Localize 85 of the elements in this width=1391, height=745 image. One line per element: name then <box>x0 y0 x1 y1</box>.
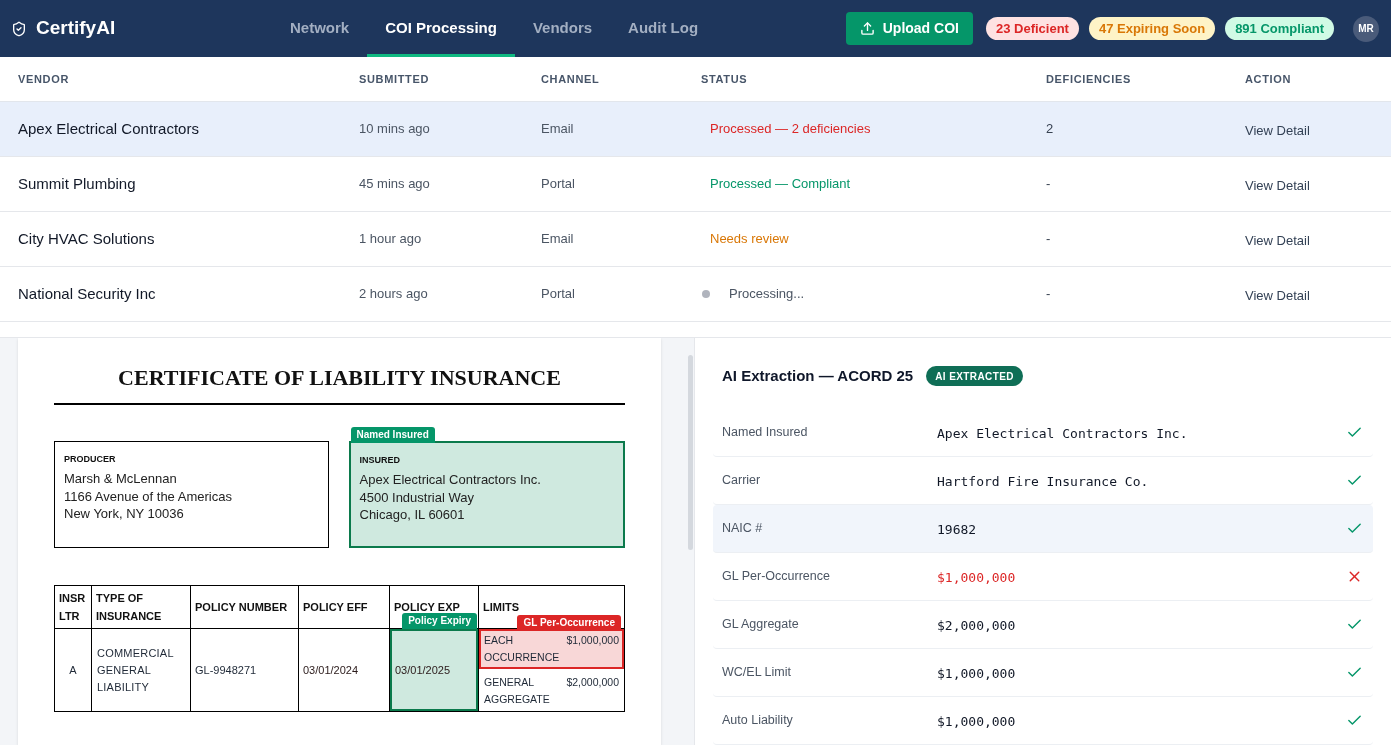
column-header: POLICY NUMBER <box>195 600 288 615</box>
status-text: Processed — 2 deficiencies <box>709 120 871 139</box>
status-text: Needs review <box>709 230 789 249</box>
field-label: Named Insured <box>722 424 809 442</box>
field-value: $1,000,000 <box>937 713 1016 729</box>
vendor-name: City HVAC Solutions <box>18 228 155 249</box>
limit-amount: $2,000,000 <box>566 675 619 690</box>
column-header: DEFICIENCIES <box>1046 71 1131 87</box>
view-detail-link[interactable]: View Detail <box>1245 175 1310 196</box>
nav-tab[interactable]: Vendors <box>514 0 611 57</box>
field-label: GL Aggregate <box>722 616 800 634</box>
field-label: NAIC # <box>722 520 764 538</box>
address-line: Apex Electrical Contractors Inc. <box>359 471 541 489</box>
column-header: POLICY EXP <box>394 600 460 615</box>
field-label: WC/EL Limit <box>722 664 792 682</box>
field-value: $2,000,000 <box>937 617 1016 633</box>
channel-name: Email <box>541 230 574 249</box>
deficiency-count: - <box>1046 175 1051 194</box>
deficiency-count: 2 <box>1046 120 1054 139</box>
address-line: 1166 Avenue of the Americas <box>64 487 232 505</box>
table-cell-text: A <box>69 662 77 678</box>
table-cell-text: 03/01/2025 <box>395 662 451 678</box>
field-tag: Policy Expiry <box>402 613 477 629</box>
channel-name: Portal <box>541 285 575 304</box>
column-header: INSR LTR <box>59 591 87 624</box>
deficiency-count: - <box>1046 285 1051 304</box>
address-line: New York, NY 10036 <box>64 505 184 523</box>
box-heading: PRODUCER <box>64 453 117 465</box>
column-header: POLICY EFF <box>303 600 368 615</box>
field-label: Auto Liability <box>722 712 794 730</box>
table-row[interactable]: Apex Electrical Contractors 10 mins ago Email Processed — 2 deficiencies 2 View Detail <box>0 102 1391 157</box>
view-detail-link[interactable]: View Detail <box>1245 285 1310 306</box>
column-header: VENDOR <box>18 71 70 87</box>
limit-amount: $1,000,000 <box>566 633 619 648</box>
address-line: 4500 Industrial Way <box>359 488 474 506</box>
channel-name: Portal <box>541 175 575 194</box>
extraction-row[interactable]: NAIC # 19682 <box>713 505 1373 553</box>
submitted-time: 1 hour ago <box>359 230 422 249</box>
table-cell-text: 03/01/2024 <box>303 662 359 678</box>
field-value: Apex Electrical Contractors Inc. <box>937 425 1188 441</box>
limit-label: GENERAL AGGREGATE <box>484 675 551 707</box>
address-line: Chicago, IL 60601 <box>359 506 465 524</box>
status-text: Processed — Compliant <box>709 175 851 194</box>
field-label: GL Per-Occurrence <box>722 568 831 586</box>
vendor-name: Summit Plumbing <box>18 173 136 194</box>
submitted-time: 45 mins ago <box>359 175 430 194</box>
column-header: ACTION <box>1245 71 1292 87</box>
table-cell-text: GL-9948271 <box>195 662 257 678</box>
ai-extracted-badge: AI EXTRACTED <box>926 366 1023 386</box>
panel-title: AI Extraction — ACORD 25 <box>722 365 914 386</box>
nav-tab[interactable]: Network <box>272 0 368 57</box>
app-title: CertifyAI <box>36 16 116 41</box>
box-heading: INSURED <box>359 454 401 466</box>
vendor-name: Apex Electrical Contractors <box>18 118 199 139</box>
column-header: TYPE OF INSURANCE <box>96 591 163 624</box>
limit-label: EACH OCCURRENCE <box>484 633 561 665</box>
nav-tab[interactable]: Audit Log <box>610 0 717 57</box>
field-tag: Named Insured <box>350 427 435 443</box>
deficiency-count: - <box>1046 230 1051 249</box>
shield-check-icon <box>11 20 27 37</box>
field-tag: GL Per-Occurrence <box>517 615 621 631</box>
field-value: $1,000,000 <box>937 569 1016 585</box>
submitted-time: 10 mins ago <box>359 120 430 139</box>
field-value: 19682 <box>937 521 977 537</box>
column-header: LIMITS <box>483 600 520 615</box>
upload-button[interactable]: Upload COI <box>845 12 973 45</box>
view-detail-link[interactable]: View Detail <box>1245 230 1310 251</box>
table-cell-text: COMMERCIAL GENERAL LIABILITY <box>97 645 175 695</box>
column-header: STATUS <box>701 71 748 87</box>
status-text: Processing... <box>729 285 805 304</box>
upload-icon <box>859 21 875 36</box>
column-header: SUBMITTED <box>359 71 430 87</box>
view-detail-link[interactable]: View Detail <box>1245 120 1310 141</box>
certificate-title: CERTIFICATE OF LIABILITY INSURANCE <box>117 366 562 390</box>
field-value: $1,000,000 <box>937 665 1016 681</box>
submitted-time: 2 hours ago <box>359 285 428 304</box>
scrollbar[interactable] <box>688 355 693 550</box>
summary-badge[interactable]: 23 Deficient <box>985 17 1079 40</box>
address-line: Marsh & McLennan <box>64 470 177 488</box>
user-avatar[interactable]: MR <box>1353 15 1379 42</box>
field-label: Carrier <box>722 472 762 490</box>
vendor-name: National Security Inc <box>18 283 156 304</box>
field-value: Hartford Fire Insurance Co. <box>937 473 1149 489</box>
channel-name: Email <box>541 120 574 139</box>
column-header: CHANNEL <box>541 71 600 87</box>
